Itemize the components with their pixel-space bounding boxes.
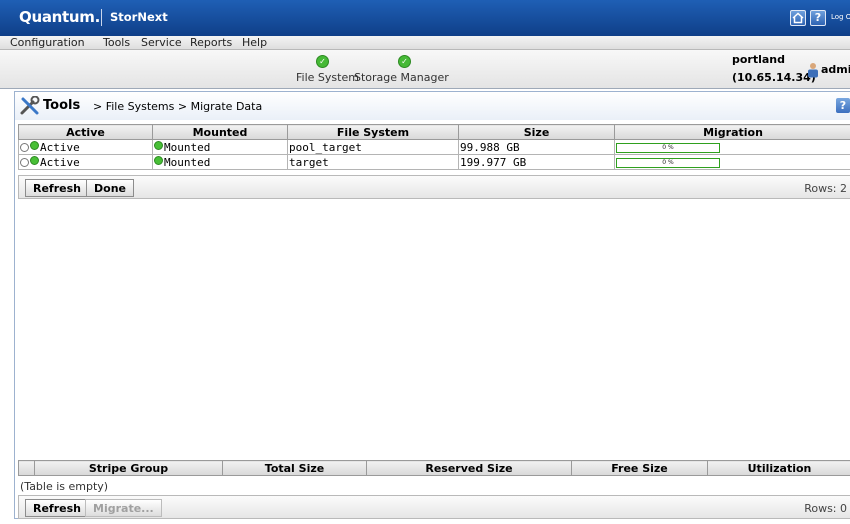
logo-divider [101, 9, 102, 26]
table-row[interactable]: Active Mounted target 199.977 GB 0 % [18, 154, 850, 170]
storage-manager-status-icon: ✓ [398, 55, 411, 68]
size-cell: 199.977 GB [458, 154, 615, 170]
column-stripe-group[interactable]: Stripe Group [34, 460, 223, 476]
mounted-status-icon [154, 155, 163, 165]
active-text: Active [40, 140, 80, 154]
tools-icon [20, 96, 40, 115]
top-banner: Quantum. StorNext ? Log Out [0, 0, 850, 36]
table-row[interactable]: Active Mounted pool_target 99.988 GB 0 % [18, 139, 850, 155]
product-name: StorNext [110, 10, 168, 24]
host-ip: (10.65.14.34) [732, 71, 816, 84]
select-all-checkbox[interactable] [18, 460, 35, 476]
migration-progress-text: 0 % [662, 158, 674, 166]
migration-cell: 0 % [614, 139, 850, 155]
table-header-row: Active Mounted File System Size Migratio… [18, 124, 850, 140]
active-status-icon [30, 140, 39, 150]
column-reserved-size[interactable]: Reserved Size [366, 460, 572, 476]
active-text: Active [40, 155, 80, 169]
breadcrumb-path: > File Systems > Migrate Data [93, 100, 263, 113]
migration-progress-bar: 0 % [616, 142, 720, 153]
stripe-groups-table: Stripe Group Total Size Reserved Size Fr… [18, 460, 850, 476]
status-bar: ✓ File System ✓ Storage Manager portland… [0, 50, 850, 89]
migration-progress-bar: 0 % [616, 157, 720, 168]
file-system-cell: pool_target [287, 139, 459, 155]
table-header-row: Stripe Group Total Size Reserved Size Fr… [18, 460, 850, 476]
file-systems-table: Active Mounted File System Size Migratio… [18, 124, 850, 170]
mounted-status-icon [154, 140, 163, 150]
storage-manager-status-label[interactable]: Storage Manager [354, 71, 449, 84]
stripe-groups-button-bar: Refresh Migrate... Rows: 0 [18, 495, 850, 519]
active-cell: Active [18, 139, 153, 155]
menu-bar: Configuration Tools Service Reports Help [0, 36, 850, 50]
empty-table-message: (Table is empty) [20, 480, 109, 493]
user-icon [808, 63, 818, 78]
file-system-status-icon: ✓ [316, 55, 329, 68]
rows-count: Rows: 0 [804, 502, 847, 515]
logout-link[interactable]: Log Out [831, 13, 850, 21]
row-select-radio[interactable] [20, 142, 29, 152]
menu-tools[interactable]: Tools [103, 36, 130, 50]
column-size[interactable]: Size [458, 124, 615, 140]
menu-reports[interactable]: Reports [190, 36, 232, 50]
panel-title-bar: Tools > File Systems > Migrate Data ? [15, 92, 850, 120]
breadcrumb-tools[interactable]: Tools [43, 98, 80, 113]
column-free-size[interactable]: Free Size [571, 460, 708, 476]
mounted-cell: Mounted [152, 154, 288, 170]
column-file-system[interactable]: File System [287, 124, 459, 140]
size-cell: 99.988 GB [458, 139, 615, 155]
column-mounted[interactable]: Mounted [152, 124, 288, 140]
migration-progress-text: 0 % [662, 143, 674, 151]
menu-service[interactable]: Service [141, 36, 182, 50]
quantum-logo: Quantum. [19, 8, 101, 26]
help-icon[interactable]: ? [810, 10, 826, 26]
user-name[interactable]: admin [821, 63, 850, 76]
stripe-refresh-button[interactable]: Refresh [25, 499, 89, 517]
migrate-data-panel: Tools > File Systems > Migrate Data ? Ac… [14, 91, 850, 519]
mounted-cell: Mounted [152, 139, 288, 155]
file-systems-button-bar: Refresh Done Rows: 2 [18, 175, 850, 199]
column-utilization[interactable]: Utilization [707, 460, 850, 476]
menu-configuration[interactable]: Configuration [10, 36, 85, 50]
row-select-radio[interactable] [20, 157, 29, 167]
active-cell: Active [18, 154, 153, 170]
migration-cell: 0 % [614, 154, 850, 170]
menu-help[interactable]: Help [242, 36, 267, 50]
column-active[interactable]: Active [18, 124, 153, 140]
active-status-icon [30, 155, 39, 165]
panel-help-icon[interactable]: ? [836, 98, 850, 113]
file-system-status-label[interactable]: File System [296, 71, 359, 84]
refresh-button[interactable]: Refresh [25, 179, 89, 197]
home-icon[interactable] [790, 10, 806, 26]
done-button[interactable]: Done [86, 179, 134, 197]
column-migration[interactable]: Migration [614, 124, 850, 140]
column-total-size[interactable]: Total Size [222, 460, 367, 476]
host-name: portland [732, 53, 786, 66]
migrate-button[interactable]: Migrate... [85, 499, 162, 517]
rows-count: Rows: 2 [804, 182, 847, 195]
mounted-text: Mounted [164, 155, 211, 169]
mounted-text: Mounted [164, 140, 211, 154]
file-system-cell: target [287, 154, 459, 170]
